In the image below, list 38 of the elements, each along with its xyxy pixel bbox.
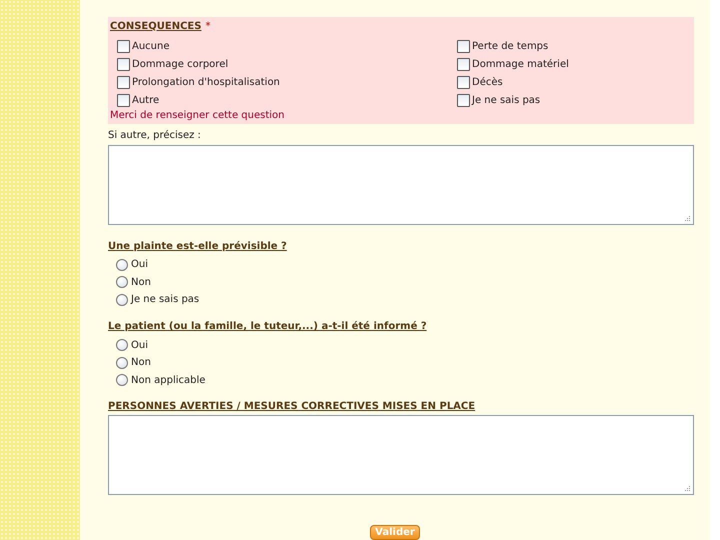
checkbox[interactable]: [457, 58, 470, 70]
radio-label: Non: [131, 357, 151, 368]
required-mark: *: [205, 20, 210, 32]
radio-label: Oui: [131, 259, 148, 270]
text-area[interactable]: [108, 415, 694, 495]
checkbox-label: Dommage corporel: [132, 58, 228, 70]
section-heading: CONSEQUENCES: [110, 20, 202, 32]
radio-button[interactable]: [116, 339, 128, 352]
radio-button[interactable]: [116, 356, 128, 369]
checkbox-label: Prolongation d'hospitalisation: [132, 76, 280, 88]
error-message: Merci de renseigner cette question: [110, 110, 286, 121]
radio-label: Non applicable: [131, 374, 206, 386]
radio-label: Oui: [131, 340, 148, 351]
radio-button[interactable]: [116, 294, 128, 306]
checkbox[interactable]: [117, 40, 130, 52]
checkbox[interactable]: [457, 76, 470, 88]
checkbox[interactable]: [457, 40, 470, 52]
checkbox-label: Autre: [132, 94, 160, 106]
checkbox-label: Je ne sais pas: [472, 94, 540, 106]
radio-button[interactable]: [116, 258, 128, 271]
checkbox[interactable]: [457, 94, 470, 106]
text-area[interactable]: [108, 145, 694, 225]
submit-button[interactable]: Valider: [370, 525, 420, 540]
checkbox[interactable]: [117, 58, 130, 70]
question-heading: Le patient (ou la famille, le tuteur,...) a-t-il été informé ?: [108, 321, 427, 332]
checkbox-label: Perte de temps: [472, 40, 548, 52]
radio-button[interactable]: [116, 276, 128, 288]
checkbox-label: Décès: [472, 76, 503, 88]
question-heading: Une plainte est-elle prévisible ?: [108, 240, 287, 252]
section-heading: PERSONNES AVERTIES / MESURES CORRECTIVES MISES EN PLACE: [108, 400, 476, 412]
checkbox[interactable]: [117, 94, 130, 106]
checkbox-label: Dommage matériel: [472, 58, 569, 70]
checkbox-label: Aucune: [132, 40, 170, 52]
field-label: Si autre, précisez :: [108, 130, 202, 141]
radio-label: Non: [131, 276, 151, 288]
radio-label: Je ne sais pas: [131, 294, 200, 306]
radio-button[interactable]: [116, 374, 128, 386]
checkbox[interactable]: [117, 76, 130, 88]
